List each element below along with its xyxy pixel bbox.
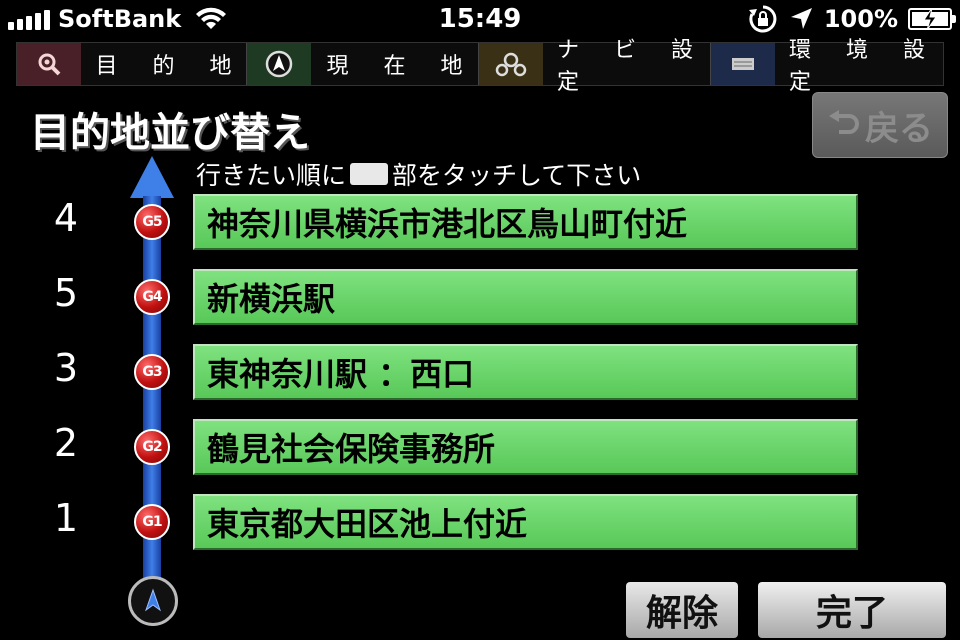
compass-arrow-icon	[247, 43, 311, 85]
tab-destination[interactable]: 目 的 地	[17, 43, 247, 85]
back-button[interactable]: 戻る	[812, 92, 948, 158]
destination-item[interactable]: 神奈川県横浜市港北区鳥山町付近	[193, 194, 858, 250]
waypoint-badge-icon: G2	[134, 429, 170, 465]
tab-environment-settings[interactable]: 環 境 設 定	[711, 38, 943, 95]
back-button-label: 戻る	[865, 108, 933, 149]
destination-order-number: 3	[53, 346, 79, 390]
waypoint-badge-icon: G5	[134, 204, 170, 240]
destination-name: 新横浜駅	[207, 280, 336, 318]
key-placeholder-icon	[350, 163, 389, 185]
tab-navi-settings[interactable]: ナ ビ 設 定	[479, 38, 711, 95]
tab-destination-label: 目 的 地	[95, 54, 246, 79]
destination-item[interactable]: 鶴見社会保険事務所	[193, 419, 858, 475]
battery-icon	[908, 8, 956, 30]
battery-percent: 100%	[823, 5, 898, 33]
start-position-icon	[128, 576, 178, 626]
destination-order-number: 1	[53, 496, 79, 540]
route-direction-arrow-icon	[130, 156, 174, 198]
tab-current-location[interactable]: 現 在 地	[247, 43, 479, 85]
instruction-after: 部をタッチして下さい	[392, 161, 642, 190]
cancel-button[interactable]: 解除	[626, 582, 738, 638]
tab-current-location-label: 現 在 地	[326, 54, 477, 79]
status-right: 100%	[748, 4, 956, 34]
destination-order-number: 5	[53, 271, 79, 315]
destination-order-number: 2	[53, 421, 79, 465]
tab-environment-settings-label: 環 境 設 定	[789, 38, 939, 95]
waypoint-badge-icon: G3	[134, 354, 170, 390]
charging-bolt-icon	[923, 8, 937, 30]
destination-name: 東神奈川駅 ：西口	[207, 355, 475, 393]
destination-name: 鶴見社会保険事務所	[207, 430, 496, 468]
done-button[interactable]: 完了	[758, 582, 946, 638]
search-icon	[17, 43, 81, 85]
return-arrow-icon	[829, 110, 859, 134]
waypoint-badge-icon: G1	[134, 504, 170, 540]
destination-name: 神奈川県横浜市港北区鳥山町付近	[207, 205, 688, 243]
instruction-before: 行きたい順に	[196, 161, 347, 190]
instruction-text: 行きたい順に 部をタッチして下さい	[196, 156, 641, 192]
destination-order-number: 4	[53, 196, 79, 240]
destination-item[interactable]: 東神奈川駅 ：西口	[193, 344, 858, 400]
page-title: 目的地並び替え	[30, 110, 310, 156]
destination-item[interactable]: 東京都大田区池上付近	[193, 494, 858, 550]
tab-navi-settings-label: ナ ビ 設 定	[557, 38, 707, 95]
waypoint-badge-icon: G4	[134, 279, 170, 315]
main-tab-bar: 目 的 地 現 在 地 ナ ビ 設 定 環 境 設 定	[16, 38, 944, 95]
rotation-lock-icon	[748, 5, 777, 33]
car-gear-icon	[479, 43, 543, 85]
settings-panel-icon	[711, 43, 775, 85]
destination-item[interactable]: 新横浜駅	[193, 269, 858, 325]
location-arrow-icon	[790, 8, 812, 29]
destination-name: 東京都大田区池上付近	[207, 505, 528, 543]
